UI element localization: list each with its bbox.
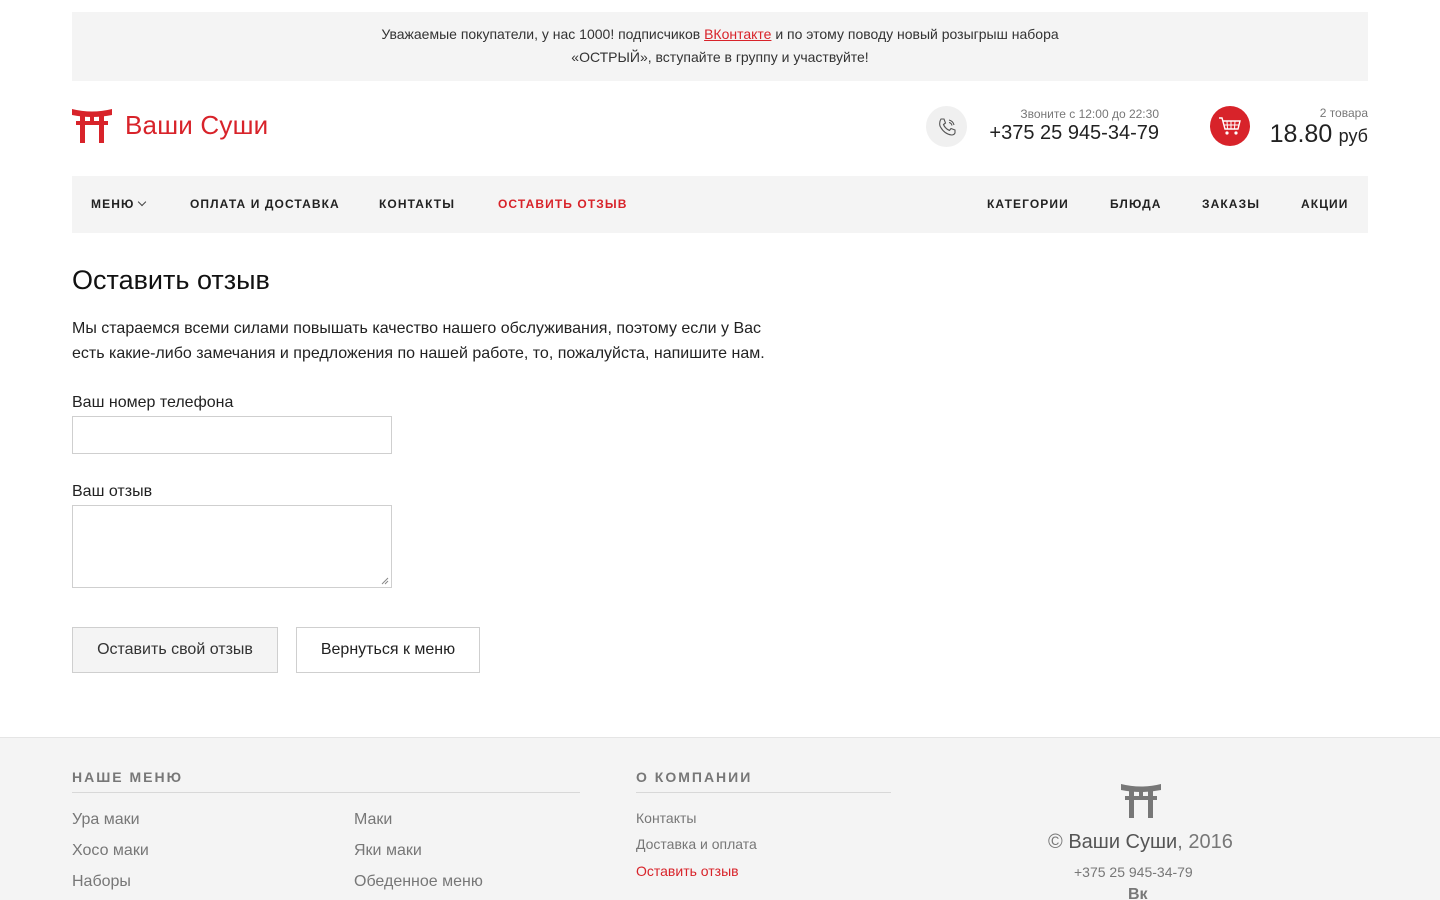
- footer-menu-divider: [72, 792, 580, 793]
- cart-button[interactable]: [1210, 106, 1250, 146]
- footer-menu-link[interactable]: Ура маки: [72, 811, 140, 829]
- nav-item-leave-review[interactable]: ОСТАВИТЬ ОТЗЫВ: [498, 176, 628, 233]
- footer-link-delivery[interactable]: Доставка и оплата: [636, 836, 757, 852]
- nav-item-promotions[interactable]: АКЦИИ: [1301, 176, 1349, 233]
- intro-line1: Мы стараемся всеми силами повышать качес…: [72, 320, 762, 337]
- cart-count: 2 товара: [1319, 106, 1368, 120]
- resize-handle-icon[interactable]: [381, 577, 389, 585]
- nav-item-orders[interactable]: ЗАКАЗЫ: [1202, 176, 1260, 233]
- page-intro: Мы стараемся всеми силами повышать качес…: [72, 316, 832, 366]
- announcement-text: Уважаемые покупатели, у нас 1000! подпис…: [381, 26, 705, 42]
- footer-link-review[interactable]: Оставить отзыв: [636, 863, 739, 879]
- nav-item-payment-delivery[interactable]: ОПЛАТА И ДОСТАВКА: [190, 176, 340, 233]
- phone-icon: [938, 117, 956, 136]
- nav-item-categories[interactable]: КАТЕГОРИИ: [987, 176, 1069, 233]
- footer-year: , 2016: [1177, 831, 1233, 853]
- contact-phone[interactable]: Звоните с 12:00 до 22:30 +375 25 945-34-…: [926, 106, 1166, 148]
- phone-field-label: Ваш номер телефона: [72, 394, 234, 411]
- cart-currency: руб: [1338, 126, 1368, 146]
- phone-number[interactable]: +375 25 945-34-79: [989, 122, 1159, 145]
- footer-menu-link[interactable]: Яки маки: [354, 842, 422, 860]
- footer-phone[interactable]: +375 25 945-34-79: [1074, 864, 1193, 880]
- vk-link[interactable]: ВКонтакте: [704, 26, 771, 42]
- footer-brand: Ваши Суши: [1068, 831, 1178, 853]
- back-to-menu-button[interactable]: Вернуться к меню: [296, 627, 480, 673]
- site-logo[interactable]: Ваши Суши: [72, 107, 268, 143]
- vk-icon[interactable]: Вк: [1128, 886, 1148, 900]
- main-nav: МЕНЮ ОПЛАТА И ДОСТАВКА КОНТАКТЫ ОСТАВИТЬ…: [72, 176, 1368, 233]
- phone-icon-circle: [926, 106, 967, 147]
- announcement-line2: «ОСТРЫЙ», вступайте в группу и участвуйт…: [571, 49, 869, 65]
- nav-item-menu-label: МЕНЮ: [91, 197, 135, 211]
- brand-name: Ваши Суши: [125, 109, 269, 140]
- announcement-text-end: и по этому поводу новый розыгрыш набора: [771, 26, 1059, 42]
- footer-about-divider: [636, 792, 891, 793]
- nav-item-menu[interactable]: МЕНЮ: [91, 176, 147, 233]
- torii-gate-icon: [1121, 784, 1161, 818]
- footer-menu-heading: НАШЕ МЕНЮ: [72, 769, 184, 785]
- chevron-down-icon: [138, 197, 147, 207]
- nav-item-contacts[interactable]: КОНТАКТЫ: [379, 176, 455, 233]
- footer-menu-link[interactable]: Маки: [354, 811, 392, 829]
- announcement-bar: Уважаемые покупатели, у нас 1000! подпис…: [72, 12, 1368, 81]
- nav-item-dishes[interactable]: БЛЮДА: [1110, 176, 1162, 233]
- review-textarea[interactable]: [72, 505, 392, 588]
- review-field-label: Ваш отзыв: [72, 483, 153, 500]
- phone-field[interactable]: [72, 416, 392, 454]
- phone-hours: Звоните с 12:00 до 22:30: [1020, 107, 1159, 121]
- copyright-symbol: ©: [1048, 831, 1063, 853]
- submit-review-button[interactable]: Оставить свой отзыв: [72, 627, 278, 673]
- announcement-line1: Уважаемые покупатели, у нас 1000! подпис…: [72, 23, 1368, 46]
- footer-about-heading: О КОМПАНИИ: [636, 769, 753, 785]
- footer-link-contacts[interactable]: Контакты: [636, 810, 696, 826]
- page-title: Оставить отзыв: [72, 265, 270, 295]
- footer-copyright: © Ваши Суши, 2016: [1048, 831, 1233, 854]
- cart-icon: [1219, 117, 1241, 135]
- cart-total: 18.80 руб: [1270, 120, 1368, 149]
- footer-menu-link[interactable]: Обеденное меню: [354, 873, 483, 891]
- intro-line2: есть какие-либо замечания и предложения …: [72, 345, 765, 362]
- cart-total-amount: 18.80: [1269, 120, 1333, 148]
- footer-menu-link[interactable]: Наборы: [72, 873, 131, 891]
- cart-summary[interactable]: 2 товара 18.80 руб: [1210, 106, 1368, 150]
- torii-gate-icon: [72, 109, 112, 143]
- site-footer: НАШЕ МЕНЮ Ура маки Хосо маки Наборы Маки…: [0, 737, 1440, 900]
- footer-menu-link[interactable]: Хосо маки: [72, 842, 149, 860]
